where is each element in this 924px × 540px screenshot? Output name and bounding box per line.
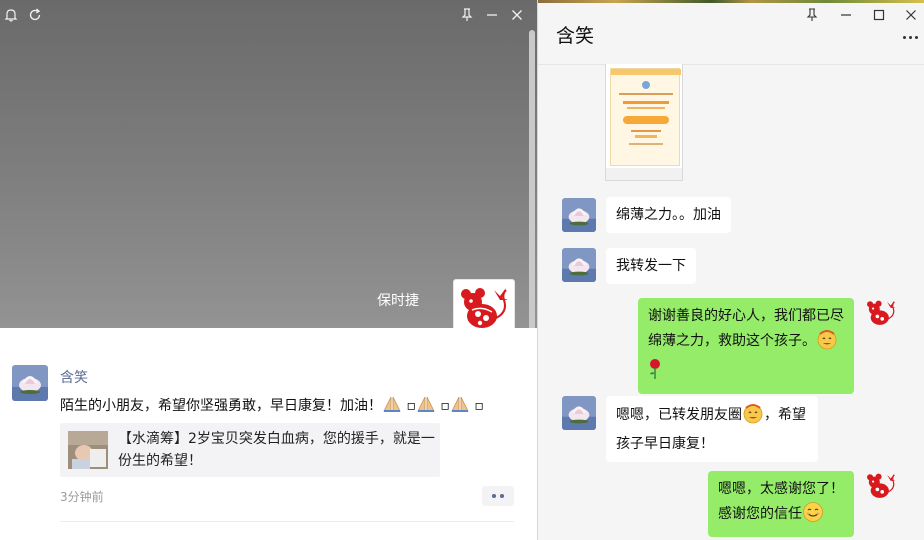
outgoing-message-bubble[interactable]: 谢谢善良的好心人，我们都已尽绵薄之力，救助这个孩子。: [638, 298, 854, 394]
shared-link-title: 【水滴筹】2岁宝贝突发白血病，您的援手，就是一份生的希望！: [118, 431, 435, 469]
shared-link-card[interactable]: 【水滴筹】2岁宝贝突发白血病，您的援手，就是一份生的希望！: [60, 423, 440, 477]
author-avatar[interactable]: [12, 365, 48, 401]
message-text: 感谢您的信任: [718, 506, 802, 522]
minimize-icon[interactable]: [838, 7, 854, 23]
shared-link-thumbnail: [68, 431, 108, 469]
desktop: 保时捷 含笑 陌生的小朋友，希望你坚强勇敢，早日康复！加油！ ▫ ▫ ▫ 【水滴…: [0, 0, 924, 540]
rose-emoji-icon: [648, 358, 662, 388]
happy-emoji-icon: [742, 402, 764, 432]
close-icon[interactable]: [903, 7, 919, 23]
incoming-message-bubble[interactable]: 嗯嗯，已转发朋友圈 ，希望孩子早日康复！: [606, 396, 818, 462]
post-text-content: 陌生的小朋友，希望你坚强勇敢，早日康复！加油！: [60, 398, 382, 414]
pin-icon[interactable]: [804, 7, 820, 23]
post-divider: [60, 521, 514, 522]
pray-emoji-icon: [416, 395, 436, 417]
image-message-navbar: [606, 168, 682, 180]
emoji-placeholder: ▫: [435, 398, 450, 414]
my-chat-avatar[interactable]: [863, 469, 899, 505]
incoming-message-bubble[interactable]: 我转发一下: [606, 248, 696, 284]
chat-window: 含笑 绵薄之力。。加油 我转发一下 谢谢善良的好心人，我们都已尽绵薄之力，救助这…: [538, 0, 924, 540]
emoji-placeholder: ▫: [469, 398, 484, 414]
post-text: 陌生的小朋友，希望你坚强勇敢，早日康复！加油！ ▫ ▫ ▫: [60, 395, 484, 417]
moments-titlebar: [0, 6, 538, 26]
smile-emoji-icon: [802, 501, 824, 531]
post-timestamp: 3分钟前: [60, 490, 104, 504]
post-author[interactable]: 含笑: [60, 367, 88, 387]
outgoing-message-bubble[interactable]: 嗯嗯，太感谢您了！ 感谢您的信任: [708, 471, 854, 537]
pray-emoji-icon: [382, 395, 402, 417]
contact-avatar[interactable]: [562, 248, 596, 282]
message-text: 嗯嗯，已转发朋友圈: [616, 407, 742, 423]
emoji-placeholder: ▫: [402, 398, 416, 414]
post-actions-button[interactable]: [482, 486, 514, 506]
my-chat-avatar[interactable]: [863, 296, 899, 332]
incoming-message-bubble[interactable]: 绵薄之力。。加油: [606, 197, 731, 233]
moments-post: 含笑 陌生的小朋友，希望你坚强勇敢，早日康复！加油！ ▫ ▫ ▫ 【水滴筹】2岁…: [0, 328, 538, 540]
maximize-icon[interactable]: [871, 7, 887, 23]
image-message-content: [610, 68, 681, 166]
moments-window: 保时捷 含笑 陌生的小朋友，希望你坚强勇敢，早日康复！加油！ ▫ ▫ ▫ 【水滴…: [0, 0, 538, 540]
image-message[interactable]: [605, 64, 683, 181]
message-text: 嗯嗯，太感谢您了！: [718, 481, 844, 497]
chat-title[interactable]: 含笑: [556, 21, 594, 48]
scrollbar-thumb[interactable]: [529, 30, 535, 350]
cover-username: 保时捷: [377, 293, 419, 309]
happy-emoji-icon: [816, 328, 838, 358]
pray-emoji-icon: [450, 395, 470, 417]
close-icon[interactable]: [508, 6, 526, 24]
bell-icon[interactable]: [2, 6, 20, 24]
moments-cover[interactable]: [0, 0, 538, 328]
more-icon[interactable]: [903, 36, 918, 39]
pin-icon[interactable]: [458, 6, 476, 24]
chat-header-divider: [538, 64, 924, 65]
message-text: 谢谢善良的好心人，我们都已尽绵薄之力，救助这个孩子。: [648, 308, 844, 349]
refresh-icon[interactable]: [26, 6, 44, 24]
contact-avatar[interactable]: [562, 198, 596, 232]
contact-avatar[interactable]: [562, 396, 596, 430]
moments-scrollbar[interactable]: [529, 30, 535, 350]
minimize-icon[interactable]: [483, 6, 501, 24]
background-strip: [538, 0, 924, 3]
